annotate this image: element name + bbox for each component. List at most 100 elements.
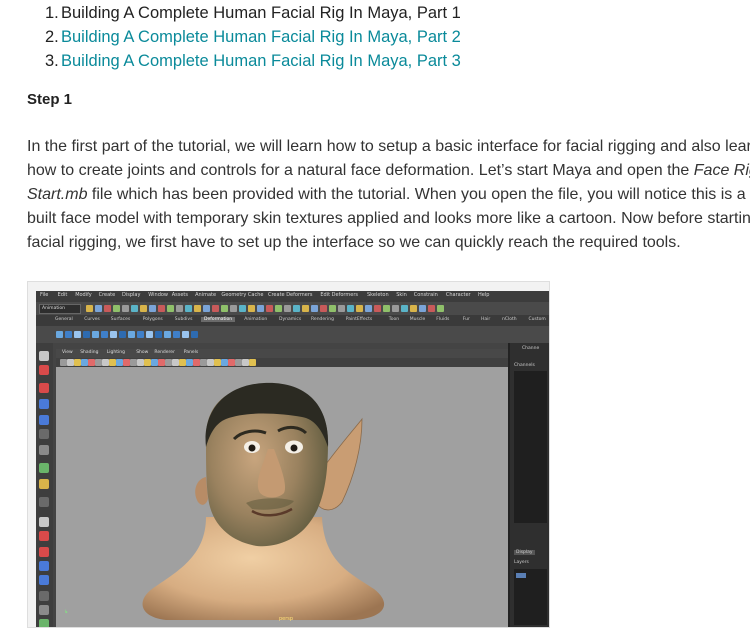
- shelf-tool-icon[interactable]: [164, 331, 171, 338]
- menu-item[interactable]: Help: [478, 292, 489, 298]
- status-tool-icon[interactable]: [419, 305, 426, 312]
- toolbox-tool-icon[interactable]: [39, 399, 49, 409]
- status-tool-icon[interactable]: [356, 305, 363, 312]
- viewport-tool-icon[interactable]: [200, 359, 207, 366]
- viewport-tool-icon[interactable]: [81, 359, 88, 366]
- status-tool-icon[interactable]: [410, 305, 417, 312]
- viewport-tool-icon[interactable]: [60, 359, 67, 366]
- status-tool-icon[interactable]: [239, 305, 246, 312]
- toolbox-tool-icon[interactable]: [39, 575, 49, 585]
- shelf-tab[interactable]: Toon: [386, 317, 402, 322]
- status-tool-icon[interactable]: [257, 305, 264, 312]
- shelf-tab[interactable]: Polygons: [140, 317, 166, 322]
- toolbox-tool-icon[interactable]: [39, 383, 49, 393]
- shelf-tool-icon[interactable]: [65, 331, 72, 338]
- status-tool-icon[interactable]: [230, 305, 237, 312]
- status-tool-icon[interactable]: [203, 305, 210, 312]
- viewport-tool-icon[interactable]: [207, 359, 214, 366]
- channels-menu[interactable]: Channels: [514, 363, 535, 368]
- shelf-tab[interactable]: nCloth: [499, 317, 520, 322]
- viewport-menu-item[interactable]: View: [62, 350, 73, 355]
- viewport-tool-icon[interactable]: [130, 359, 137, 366]
- shelf-tab[interactable]: Fur: [460, 317, 473, 322]
- menu-item[interactable]: Modify: [75, 292, 92, 298]
- toolbox-tool-icon[interactable]: [39, 547, 49, 557]
- toolbox-tool-icon[interactable]: [39, 561, 49, 571]
- shelf-tab[interactable]: Rendering: [308, 317, 337, 322]
- viewport-menu-item[interactable]: Shading: [80, 350, 98, 355]
- status-tool-icon[interactable]: [122, 305, 129, 312]
- status-tool-icon[interactable]: [365, 305, 372, 312]
- toolbox-tool-icon[interactable]: [39, 479, 49, 489]
- status-tool-icon[interactable]: [95, 305, 102, 312]
- menu-item[interactable]: Edit: [58, 292, 68, 298]
- shelf-tool-icon[interactable]: [137, 331, 144, 338]
- shelf-tab[interactable]: Deformation: [201, 317, 236, 322]
- shelf-tab[interactable]: Dynamics: [276, 317, 304, 322]
- status-tool-icon[interactable]: [194, 305, 201, 312]
- menu-item[interactable]: Geometry Cache: [221, 292, 263, 298]
- viewport-tool-icon[interactable]: [221, 359, 228, 366]
- shelf-tool-icon[interactable]: [173, 331, 180, 338]
- shelf-tool-icon[interactable]: [182, 331, 189, 338]
- status-tool-icon[interactable]: [392, 305, 399, 312]
- menu-item[interactable]: Constrain: [414, 292, 438, 298]
- viewport-tool-icon[interactable]: [151, 359, 158, 366]
- menu-item[interactable]: Assets: [172, 292, 188, 298]
- display-tab[interactable]: Display: [514, 550, 535, 555]
- layers-menu[interactable]: Layers: [514, 560, 529, 565]
- shelf-tab[interactable]: Fluids: [433, 317, 452, 322]
- viewport-tool-icon[interactable]: [67, 359, 74, 366]
- status-tool-icon[interactable]: [338, 305, 345, 312]
- shelf-tab[interactable]: General: [52, 317, 76, 322]
- menu-item[interactable]: File: [40, 292, 48, 298]
- viewport-menu-item[interactable]: Panels: [184, 350, 198, 355]
- menu-item[interactable]: Create: [99, 292, 116, 298]
- layer-visibility-icon[interactable]: [516, 573, 526, 578]
- shelf-tool-icon[interactable]: [101, 331, 108, 338]
- viewport-tool-icon[interactable]: [193, 359, 200, 366]
- viewport-tool-icon[interactable]: [235, 359, 242, 366]
- viewport-tool-icon[interactable]: [123, 359, 130, 366]
- mode-selector[interactable]: Animation: [39, 304, 81, 314]
- menu-item[interactable]: Edit Deformers: [320, 292, 358, 298]
- shelf-tab[interactable]: Hair: [478, 317, 493, 322]
- shelf-tool-icon[interactable]: [74, 331, 81, 338]
- status-tool-icon[interactable]: [275, 305, 282, 312]
- toolbox-tool-icon[interactable]: [39, 463, 49, 473]
- toolbox-tool-icon[interactable]: [39, 445, 49, 455]
- viewport-tool-icon[interactable]: [158, 359, 165, 366]
- part-2-link[interactable]: Building A Complete Human Facial Rig In …: [61, 28, 461, 47]
- status-tool-icon[interactable]: [176, 305, 183, 312]
- menu-item[interactable]: Character: [446, 292, 471, 298]
- shelf-tab[interactable]: Surfaces: [108, 317, 134, 322]
- status-tool-icon[interactable]: [158, 305, 165, 312]
- toolbox-tool-icon[interactable]: [39, 429, 49, 439]
- viewport-tool-icon[interactable]: [102, 359, 109, 366]
- viewport-tool-icon[interactable]: [165, 359, 172, 366]
- menu-item[interactable]: Window: [148, 292, 168, 298]
- viewport-tool-icon[interactable]: [228, 359, 235, 366]
- viewport-tool-icon[interactable]: [144, 359, 151, 366]
- viewport-tool-icon[interactable]: [74, 359, 81, 366]
- part-3-link[interactable]: Building A Complete Human Facial Rig In …: [61, 52, 461, 71]
- status-tool-icon[interactable]: [131, 305, 138, 312]
- toolbox-tool-icon[interactable]: [39, 351, 49, 361]
- menu-item[interactable]: Display: [122, 292, 140, 298]
- viewport-tool-icon[interactable]: [214, 359, 221, 366]
- status-tool-icon[interactable]: [221, 305, 228, 312]
- viewport-tool-icon[interactable]: [109, 359, 116, 366]
- viewport-menu-item[interactable]: Renderer: [154, 350, 175, 355]
- viewport-tool-icon[interactable]: [137, 359, 144, 366]
- shelf-tool-icon[interactable]: [110, 331, 117, 338]
- shelf-tab[interactable]: PaintEffects: [343, 317, 375, 322]
- shelf-tab[interactable]: Subdivs: [172, 317, 196, 322]
- shelf-tool-icon[interactable]: [83, 331, 90, 338]
- shelf-tool-icon[interactable]: [119, 331, 126, 338]
- viewport-panel[interactable]: [56, 367, 508, 627]
- shelf-tool-icon[interactable]: [155, 331, 162, 338]
- status-tool-icon[interactable]: [104, 305, 111, 312]
- status-tool-icon[interactable]: [212, 305, 219, 312]
- viewport-tool-icon[interactable]: [186, 359, 193, 366]
- shelf-tool-icon[interactable]: [56, 331, 63, 338]
